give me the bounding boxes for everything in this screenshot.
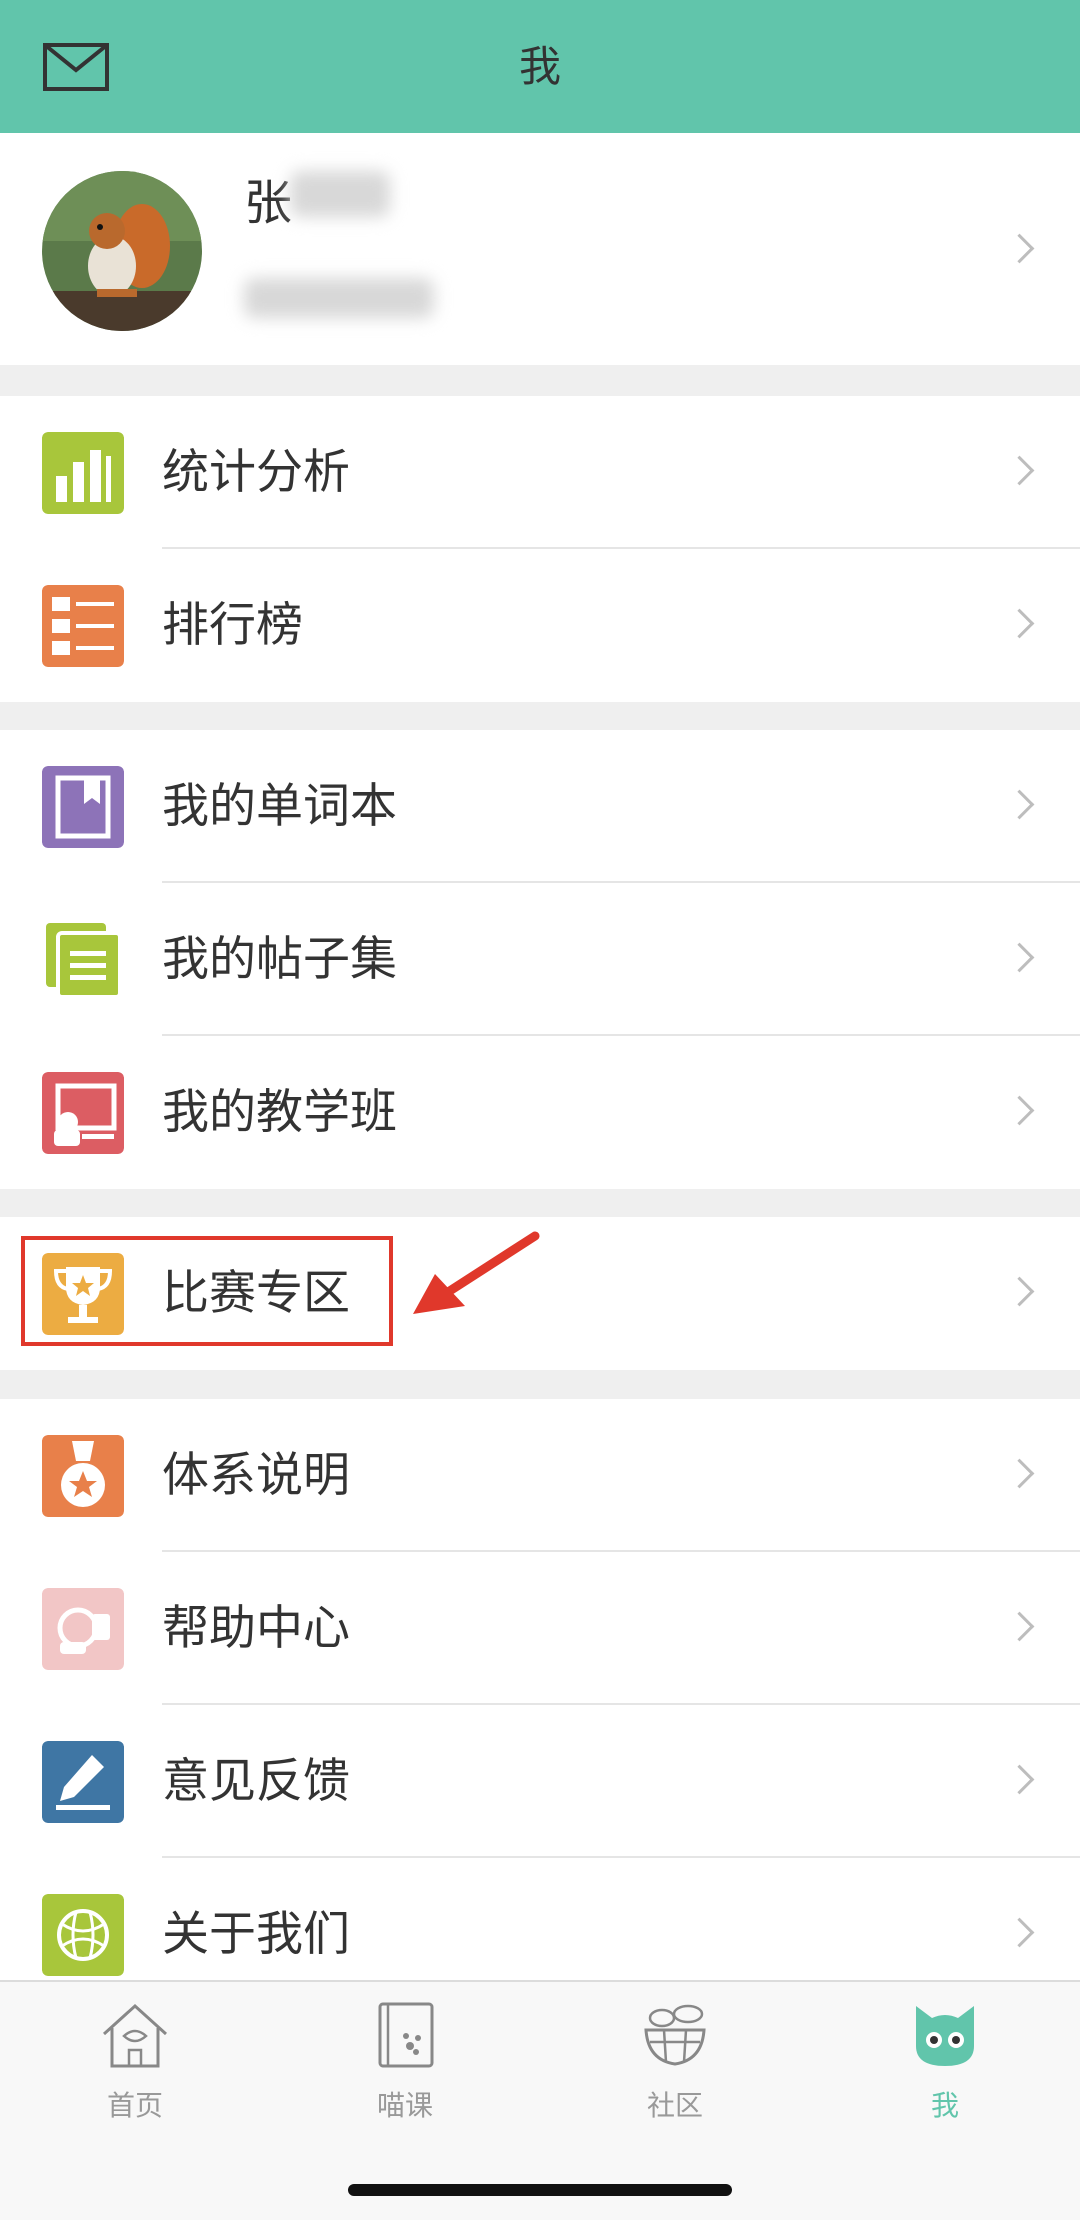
course-book-icon [378, 2002, 434, 2068]
tab-label: 社区 [646, 2089, 703, 2122]
chevron-right-icon [1004, 942, 1035, 973]
menu-item-label: 体系说明 [162, 1448, 350, 1503]
menu-item-label: 我的教学班 [162, 1085, 397, 1140]
notebook-icon [42, 766, 124, 848]
bar-chart-icon [42, 432, 124, 514]
ranking-list-icon [42, 585, 124, 667]
medal-icon [42, 1435, 124, 1517]
tab-label: 我 [930, 2089, 959, 2122]
menu-item-posts[interactable]: 我的帖子集 [0, 883, 1080, 1036]
chevron-right-icon [1004, 1276, 1035, 1307]
tab-me[interactable]: 我 [810, 1982, 1080, 2132]
chevron-right-icon [1004, 233, 1035, 264]
menu-group-personal: 我的单词本 我的帖子集 我的教学班 [0, 730, 1080, 1189]
menu-item-label: 帮助中心 [162, 1601, 350, 1656]
chevron-right-icon [1004, 1458, 1035, 1489]
chevron-right-icon [1004, 789, 1035, 820]
annotation-arrow-icon [413, 1231, 540, 1314]
menu-group-stats: 统计分析 排行榜 [0, 396, 1080, 702]
community-basket-icon [644, 2004, 706, 2066]
tab-label: 首页 [106, 2089, 163, 2122]
menu-item-class[interactable]: 我的教学班 [0, 1036, 1080, 1189]
menu-item-label: 排行榜 [162, 598, 303, 653]
help-icon [42, 1588, 124, 1670]
tab-course[interactable]: 喵课 [270, 1982, 540, 2132]
header: 我 [0, 0, 1080, 133]
cat-face-icon [916, 2006, 974, 2066]
chevron-right-icon [1004, 1611, 1035, 1642]
chevron-right-icon [1004, 1095, 1035, 1126]
tab-label: 喵课 [376, 2089, 433, 2122]
menu-item-label: 我的帖子集 [162, 932, 397, 987]
tab-home[interactable]: 首页 [0, 1982, 270, 2132]
menu-item-label: 统计分析 [162, 445, 350, 500]
pencil-icon [42, 1741, 124, 1823]
posts-icon [42, 919, 124, 1001]
chevron-right-icon [1004, 1764, 1035, 1795]
chevron-right-icon [1004, 608, 1035, 639]
menu-item-label: 意见反馈 [162, 1754, 350, 1809]
home-icon [102, 2003, 168, 2068]
blurred-name [290, 171, 390, 217]
page-title: 我 [518, 42, 561, 91]
menu-item-label: 我的单词本 [162, 779, 397, 834]
home-indicator[interactable] [348, 2184, 732, 2196]
globe-icon [42, 1894, 124, 1976]
menu-item-feedback[interactable]: 意见反馈 [0, 1705, 1080, 1858]
menu-item-wordbook[interactable]: 我的单词本 [0, 730, 1080, 883]
avatar[interactable] [42, 171, 202, 331]
blurred-account-id [244, 278, 434, 318]
menu-item-ranking[interactable]: 排行榜 [0, 549, 1080, 702]
menu-item-stats[interactable]: 统计分析 [0, 396, 1080, 549]
chevron-right-icon [1004, 455, 1035, 486]
chevron-right-icon [1004, 1917, 1035, 1948]
squirrel-avatar [42, 171, 202, 331]
menu-item-system[interactable]: 体系说明 [0, 1399, 1080, 1552]
profile-name: 张 [244, 175, 293, 231]
menu-group-info: 体系说明 帮助中心 意见反馈 关于我们 [0, 1399, 1080, 2011]
highlight-box [21, 1236, 393, 1346]
class-icon [42, 1072, 124, 1154]
tab-community[interactable]: 社区 [540, 1982, 810, 2132]
profile-row[interactable]: 张 [0, 133, 1080, 365]
menu-item-help[interactable]: 帮助中心 [0, 1552, 1080, 1705]
